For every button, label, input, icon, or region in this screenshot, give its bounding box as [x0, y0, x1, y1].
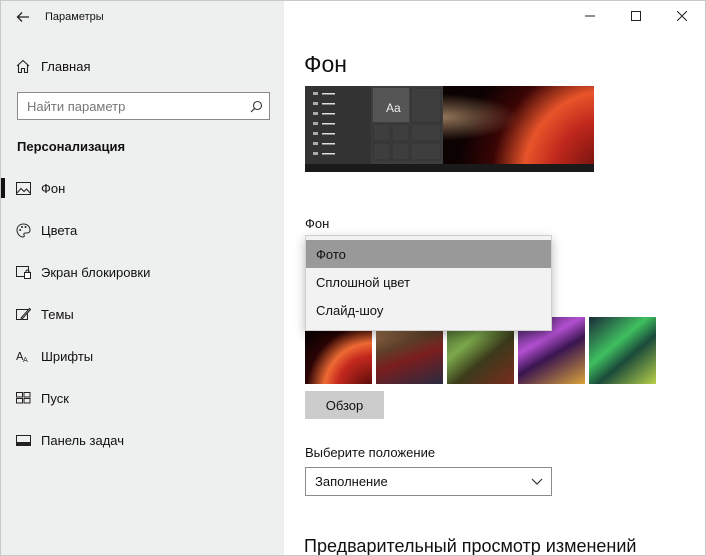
fit-select-value: Заполнение: [315, 474, 388, 489]
sidebar-item-home[interactable]: Главная: [1, 51, 284, 81]
minimize-icon: [585, 15, 595, 17]
start-icon: [1, 392, 41, 404]
browse-button[interactable]: Обзор: [305, 391, 384, 419]
app-title: Параметры: [45, 11, 104, 23]
preview-start-menu: [305, 86, 371, 164]
background-dropdown-list: Фото Сплошной цвет Слайд-шоу: [305, 235, 552, 331]
palette-icon: [1, 222, 41, 238]
preview-taskbar: [305, 164, 594, 172]
maximize-icon: [631, 11, 641, 21]
lock-screen-icon: [1, 265, 41, 279]
sidebar-item-label: Цвета: [41, 222, 78, 238]
page-title: Фон: [304, 51, 347, 77]
svg-text:A: A: [23, 356, 28, 363]
maximize-button[interactable]: [613, 1, 659, 31]
search-box: [17, 92, 270, 120]
section-heading: Персонализация: [17, 139, 126, 154]
back-arrow-icon: [16, 12, 29, 22]
background-label: Фон: [305, 216, 330, 231]
sidebar-item-themes[interactable]: Темы: [1, 297, 284, 331]
sidebar-item-fonts[interactable]: AA Шрифты: [1, 339, 284, 373]
sidebar-item-colors[interactable]: Цвета: [1, 213, 284, 247]
sidebar-item-start[interactable]: Пуск: [1, 381, 284, 415]
recent-image-thumbnail[interactable]: [589, 317, 656, 384]
picture-icon: [1, 181, 41, 195]
chevron-down-icon: [531, 478, 543, 485]
sidebar-item-label: Экран блокировки: [41, 264, 151, 280]
fit-label: Выберите положение: [305, 445, 436, 460]
close-button[interactable]: [659, 1, 705, 31]
preview-changes-heading: Предварительный просмотр изменений: [304, 536, 637, 556]
title-bar: Параметры: [1, 1, 284, 33]
themes-icon: [1, 307, 41, 321]
sidebar-item-label: Пуск: [41, 390, 69, 406]
taskbar-icon: [1, 434, 41, 446]
sidebar: Параметры Главная Персонализация Фон: [1, 1, 284, 555]
settings-window: Параметры Главная Персонализация Фон: [0, 0, 706, 556]
window-controls: [567, 1, 705, 31]
dropdown-option-photo[interactable]: Фото: [306, 240, 551, 268]
close-icon: [677, 11, 687, 21]
search-icon[interactable]: [243, 100, 269, 113]
dropdown-option-slideshow[interactable]: Слайд-шоу: [306, 296, 551, 324]
preview-sample-text: Aa: [386, 101, 401, 115]
sidebar-item-taskbar[interactable]: Панель задач: [1, 423, 284, 457]
back-button[interactable]: [1, 1, 45, 33]
minimize-button[interactable]: [567, 1, 613, 31]
sidebar-item-lock-screen[interactable]: Экран блокировки: [1, 255, 284, 289]
desktop-preview: Aa: [305, 86, 594, 172]
search-input[interactable]: [18, 93, 243, 119]
preview-tiles: [371, 86, 443, 164]
home-icon: [1, 59, 41, 74]
sidebar-item-label: Темы: [41, 306, 74, 322]
fit-select[interactable]: Заполнение: [305, 467, 552, 496]
fonts-icon: AA: [1, 350, 41, 363]
sidebar-item-background[interactable]: Фон: [1, 171, 284, 205]
sidebar-item-label: Главная: [41, 58, 91, 74]
dropdown-option-solid-color[interactable]: Сплошной цвет: [306, 268, 551, 296]
sidebar-item-label: Шрифты: [41, 348, 94, 364]
sidebar-item-label: Панель задач: [41, 432, 125, 448]
sidebar-item-label: Фон: [41, 180, 66, 196]
